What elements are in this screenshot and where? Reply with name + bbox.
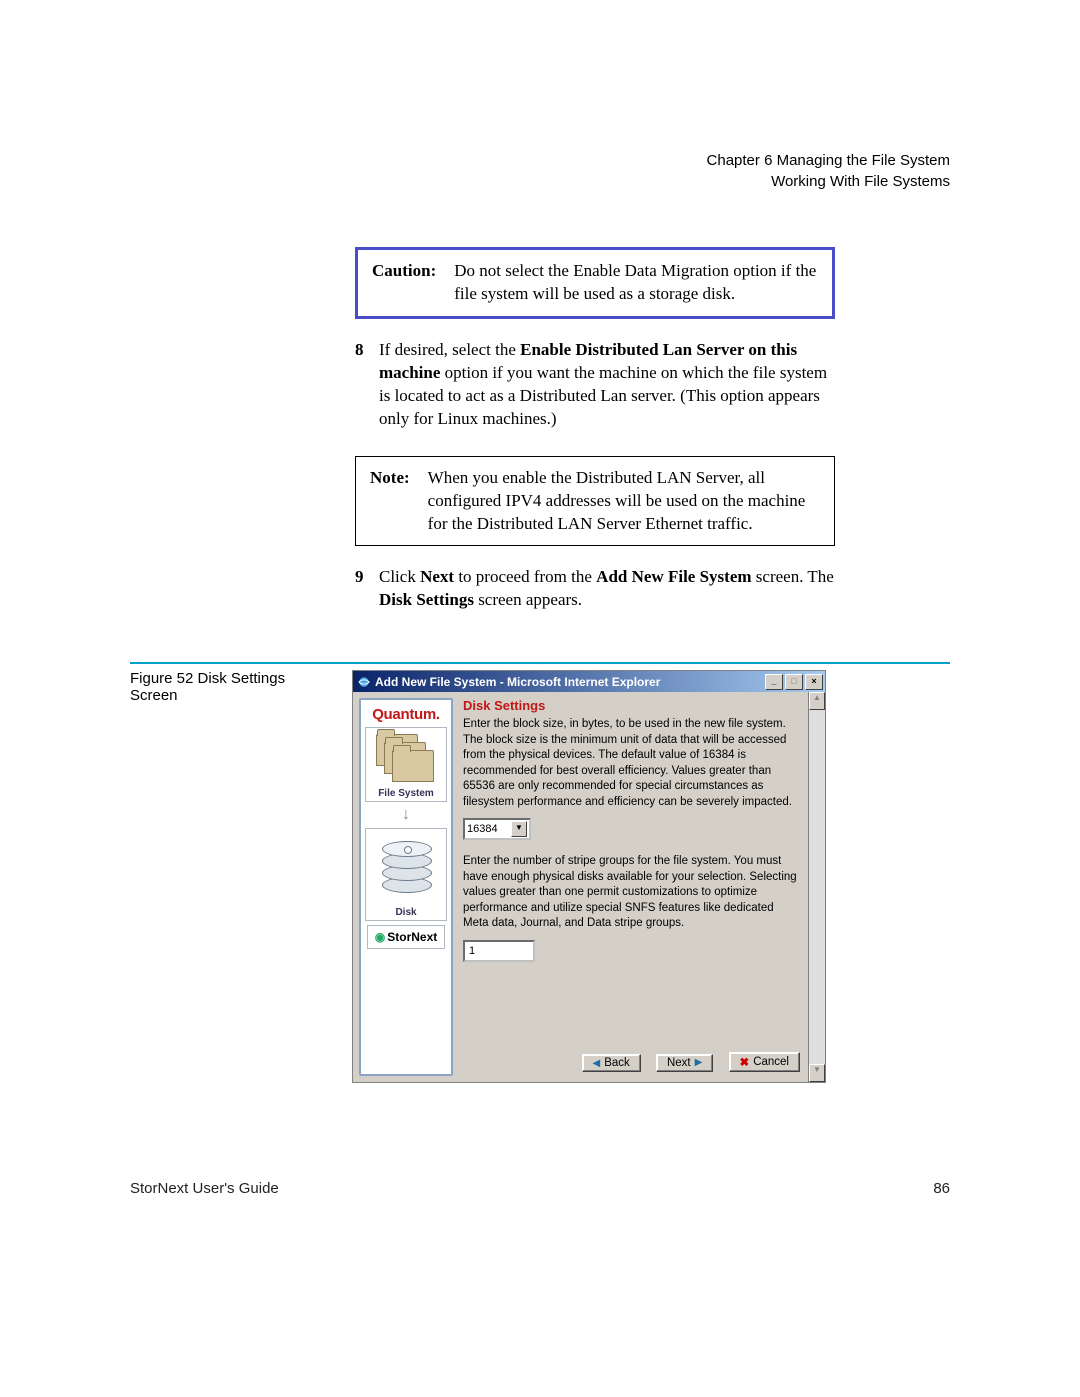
close-button[interactable]: × <box>805 674 823 690</box>
titlebar: Add New File System - Microsoft Internet… <box>353 671 825 692</box>
scroll-track[interactable] <box>809 710 825 1064</box>
step8-suffix: option if you want the machine on which … <box>379 363 827 428</box>
stripe-groups-value: 1 <box>469 945 475 957</box>
next-label: Next <box>667 1057 691 1069</box>
running-header: Chapter 6 Managing the File System Worki… <box>130 150 950 192</box>
wizard-main-panel: Disk Settings Enter the block size, in b… <box>459 692 808 1082</box>
window-body: Quantum. File System ↓ Disk <box>353 692 825 1082</box>
chapter-line: Chapter 6 Managing the File System <box>130 150 950 171</box>
screenshot-window: Add New File System - Microsoft Internet… <box>352 670 826 1083</box>
note-text: When you enable the Distributed LAN Serv… <box>428 467 820 536</box>
maximize-button[interactable]: □ <box>785 674 803 690</box>
step-9: 9 Click Next to proceed from the Add New… <box>355 566 835 612</box>
step-8: 8 If desired, select the Enable Distribu… <box>355 339 835 431</box>
step-body: Click Next to proceed from the Add New F… <box>379 566 835 612</box>
file-system-tile: File System <box>365 727 447 802</box>
window-buttons: _ □ × <box>765 674 823 690</box>
disk-tile: Disk <box>365 828 447 921</box>
figure-wrap: Figure 52 Disk Settings Screen Add New F… <box>130 662 950 1083</box>
note-label: Note: <box>370 467 410 536</box>
cancel-label: Cancel <box>753 1056 789 1068</box>
note-box: Note: When you enable the Distributed LA… <box>355 456 835 547</box>
dropdown-arrow-icon[interactable]: ▼ <box>511 821 527 837</box>
cancel-button[interactable]: ✖ Cancel <box>729 1052 800 1072</box>
s9-t2: to proceed from the <box>454 567 596 586</box>
quantum-logo: Quantum. <box>372 706 440 723</box>
ie-icon <box>357 675 371 689</box>
block-size-description: Enter the block size, in bytes, to be us… <box>463 717 800 810</box>
minimize-button[interactable]: _ <box>765 674 783 690</box>
s9-t1: Click <box>379 567 420 586</box>
wizard-buttons: ◀ Back Next ▶ ✖ Cancel <box>463 1022 800 1073</box>
s9-b1: Next <box>420 567 454 586</box>
stornext-badge: ◉StorNext <box>367 925 445 949</box>
globe-icon: ◉ <box>375 930 385 944</box>
step8-prefix: If desired, select the <box>379 340 520 359</box>
s9-t3: screen. The <box>752 567 834 586</box>
triangle-right-icon: ▶ <box>695 1057 703 1068</box>
caution-label: Caution: <box>372 260 436 306</box>
panel-title: Disk Settings <box>463 698 800 713</box>
step-body: If desired, select the Enable Distribute… <box>379 339 835 431</box>
arrow-down-icon: ↓ <box>402 806 410 824</box>
window-title: Add New File System - Microsoft Internet… <box>375 675 765 689</box>
footer-left: StorNext User's Guide <box>130 1180 279 1197</box>
page-body: Chapter 6 Managing the File System Worki… <box>130 150 950 1083</box>
file-system-label: File System <box>368 788 444 799</box>
disk-icon <box>376 835 436 905</box>
caution-text: Do not select the Enable Data Migration … <box>454 260 818 306</box>
s9-t4: screen appears. <box>474 590 582 609</box>
folders-icon <box>376 734 436 786</box>
stripe-groups-description: Enter the number of stripe groups for th… <box>463 854 800 932</box>
step-number: 9 <box>355 566 369 612</box>
stripe-groups-input[interactable]: 1 <box>463 940 535 962</box>
section-line: Working With File Systems <box>130 171 950 192</box>
next-button[interactable]: Next ▶ <box>656 1054 713 1072</box>
triangle-left-icon: ◀ <box>593 1058 601 1069</box>
s9-b3: Disk Settings <box>379 590 474 609</box>
vertical-scrollbar[interactable]: ▲ ▼ <box>808 692 825 1082</box>
caution-box: Caution: Do not select the Enable Data M… <box>355 247 835 319</box>
scroll-down-button[interactable]: ▼ <box>809 1064 825 1082</box>
x-icon: ✖ <box>740 1055 750 1069</box>
step-number: 8 <box>355 339 369 431</box>
figure-caption: Figure 52 Disk Settings Screen <box>130 670 330 704</box>
back-button[interactable]: ◀ Back <box>582 1054 641 1072</box>
stornext-text: StorNext <box>387 930 437 944</box>
disk-label: Disk <box>368 907 444 918</box>
scroll-up-button[interactable]: ▲ <box>809 692 825 710</box>
page-footer: StorNext User's Guide 86 <box>130 1180 950 1197</box>
content-column: Caution: Do not select the Enable Data M… <box>355 247 835 612</box>
s9-b2: Add New File System <box>596 567 751 586</box>
back-label: Back <box>604 1057 630 1069</box>
page-number: 86 <box>933 1180 950 1197</box>
block-size-value: 16384 <box>467 823 498 835</box>
wizard-sidebar: Quantum. File System ↓ Disk <box>359 698 453 1076</box>
block-size-select[interactable]: 16384 ▼ <box>463 818 531 840</box>
